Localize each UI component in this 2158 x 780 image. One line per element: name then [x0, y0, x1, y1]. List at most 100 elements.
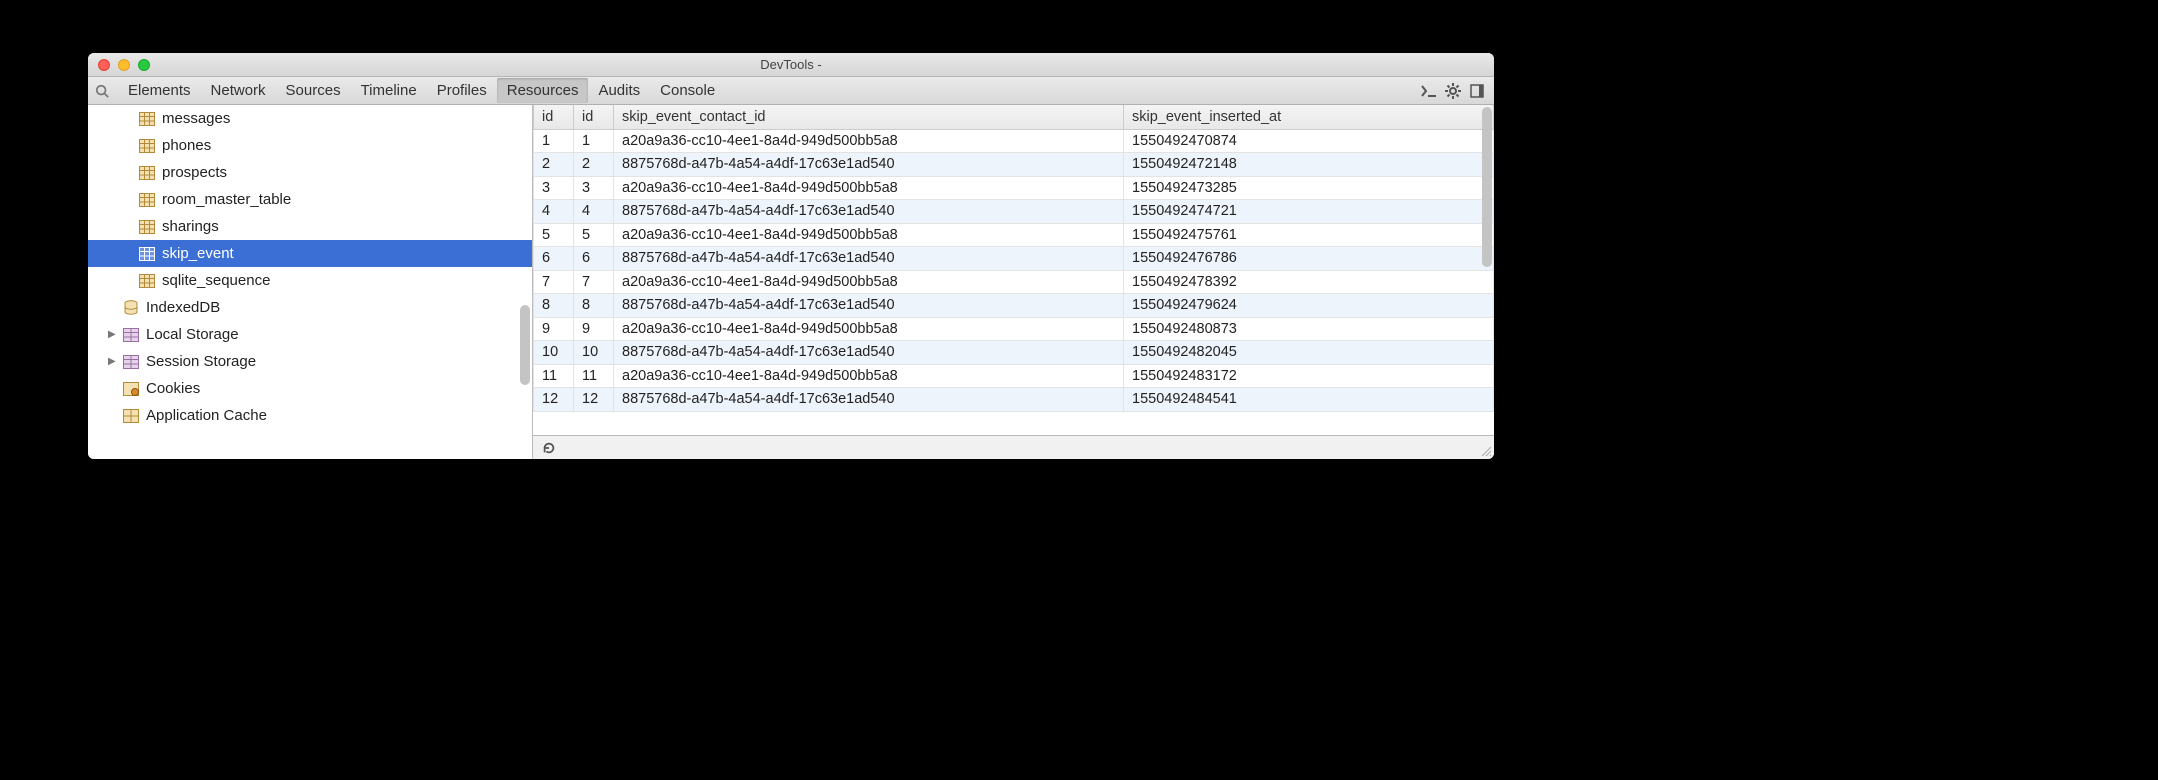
sidebar-group-local-storage[interactable]: ▶ Local Storage — [88, 321, 532, 348]
window-title: DevTools - — [88, 57, 1494, 72]
table-cell: 8 — [574, 294, 614, 318]
sidebar-item-label: sqlite_sequence — [162, 272, 270, 289]
sidebar-table-sqlite_sequence[interactable]: sqlite_sequence — [88, 267, 532, 294]
table-cell: 1 — [534, 129, 574, 153]
sidebar-table-sharings[interactable]: sharings — [88, 213, 532, 240]
sidebar-group-application-cache[interactable]: Application Cache — [88, 402, 532, 429]
table-cell: 10 — [574, 341, 614, 365]
titlebar: DevTools - — [88, 53, 1494, 77]
column-header-id[interactable]: id — [574, 105, 614, 129]
sidebar-table-skip_event[interactable]: skip_event — [88, 240, 532, 267]
table-cell: 1550492484541 — [1124, 388, 1494, 412]
disclosure-triangle-icon[interactable]: ▶ — [108, 329, 120, 340]
table-cell: a20a9a36-cc10-4ee1-8a4d-949d500bb5a8 — [614, 317, 1124, 341]
table-cell: a20a9a36-cc10-4ee1-8a4d-949d500bb5a8 — [614, 270, 1124, 294]
zoom-button[interactable] — [138, 59, 150, 71]
table-icon — [138, 246, 156, 262]
tab-elements[interactable]: Elements — [118, 78, 201, 103]
table-row[interactable]: 1111a20a9a36-cc10-4ee1-8a4d-949d500bb5a8… — [534, 364, 1494, 388]
sidebar-item-label: skip_event — [162, 245, 234, 262]
table-cell: 8 — [534, 294, 574, 318]
sidebar-table-prospects[interactable]: prospects — [88, 159, 532, 186]
close-button[interactable] — [98, 59, 110, 71]
tab-network[interactable]: Network — [201, 78, 276, 103]
table-cell: 8875768d-a47b-4a54-a4df-17c63e1ad540 — [614, 153, 1124, 177]
table-cell: 1550492472148 — [1124, 153, 1494, 177]
table-icon — [138, 111, 156, 127]
table-row[interactable]: 99a20a9a36-cc10-4ee1-8a4d-949d500bb5a815… — [534, 317, 1494, 341]
table-cell: 8875768d-a47b-4a54-a4df-17c63e1ad540 — [614, 388, 1124, 412]
table-cell: 1550492470874 — [1124, 129, 1494, 153]
table-row[interactable]: 12128875768d-a47b-4a54-a4df-17c63e1ad540… — [534, 388, 1494, 412]
column-header-skip-event-contact-id[interactable]: skip_event_contact_id — [614, 105, 1124, 129]
table-cell: 4 — [534, 200, 574, 224]
sidebar-table-messages[interactable]: messages — [88, 105, 532, 132]
table-cell: a20a9a36-cc10-4ee1-8a4d-949d500bb5a8 — [614, 364, 1124, 388]
table-cell: 3 — [534, 176, 574, 200]
sidebar-item-label: Local Storage — [146, 326, 239, 343]
sidebar-table-phones[interactable]: phones — [88, 132, 532, 159]
tab-console[interactable]: Console — [650, 78, 725, 103]
table-row[interactable]: 77a20a9a36-cc10-4ee1-8a4d-949d500bb5a815… — [534, 270, 1494, 294]
tab-audits[interactable]: Audits — [588, 78, 650, 103]
settings-gear-icon[interactable] — [1442, 80, 1464, 102]
scrollbar-thumb[interactable] — [520, 305, 530, 385]
table-cell: 4 — [574, 200, 614, 224]
appcache-icon — [122, 408, 140, 424]
table-row[interactable]: 33a20a9a36-cc10-4ee1-8a4d-949d500bb5a815… — [534, 176, 1494, 200]
table-cell: 1550492483172 — [1124, 364, 1494, 388]
sidebar-item-label: sharings — [162, 218, 219, 235]
tab-resources[interactable]: Resources — [497, 78, 589, 103]
table-icon — [138, 138, 156, 154]
table-cell: 6 — [534, 247, 574, 271]
table-cell: 1550492475761 — [1124, 223, 1494, 247]
data-grid[interactable]: ididskip_event_contact_idskip_event_inse… — [533, 105, 1494, 435]
table-row[interactable]: 55a20a9a36-cc10-4ee1-8a4d-949d500bb5a815… — [534, 223, 1494, 247]
column-header-id[interactable]: id — [534, 105, 574, 129]
table-cell: 5 — [534, 223, 574, 247]
table-cell: a20a9a36-cc10-4ee1-8a4d-949d500bb5a8 — [614, 223, 1124, 247]
disclosure-triangle-icon[interactable]: ▶ — [108, 356, 120, 367]
sidebar-table-room_master_table[interactable]: room_master_table — [88, 186, 532, 213]
sidebar-group-indexeddb[interactable]: IndexedDB — [88, 294, 532, 321]
table-cell: a20a9a36-cc10-4ee1-8a4d-949d500bb5a8 — [614, 176, 1124, 200]
scrollbar-thumb[interactable] — [1482, 107, 1492, 267]
table-cell: 1550492478392 — [1124, 270, 1494, 294]
cookies-icon — [122, 381, 140, 397]
table-cell: 11 — [534, 364, 574, 388]
table-row[interactable]: 668875768d-a47b-4a54-a4df-17c63e1ad54015… — [534, 247, 1494, 271]
sidebar-item-label: Cookies — [146, 380, 200, 397]
sidebar-group-session-storage[interactable]: ▶Session Storage — [88, 348, 532, 375]
table-cell: 1550492474721 — [1124, 200, 1494, 224]
minimize-button[interactable] — [118, 59, 130, 71]
table-icon — [138, 165, 156, 181]
resources-sidebar[interactable]: messages phonesprospectsroom_master_table… — [88, 105, 533, 459]
table-cell: 5 — [574, 223, 614, 247]
table-row[interactable]: 228875768d-a47b-4a54-a4df-17c63e1ad54015… — [534, 153, 1494, 177]
table-row[interactable]: 448875768d-a47b-4a54-a4df-17c63e1ad54015… — [534, 200, 1494, 224]
sidebar-group-cookies[interactable]: Cookies — [88, 375, 532, 402]
table-cell: 9 — [534, 317, 574, 341]
traffic-lights — [88, 59, 150, 71]
table-row[interactable]: 10108875768d-a47b-4a54-a4df-17c63e1ad540… — [534, 341, 1494, 365]
devtools-tabbar: ElementsNetworkSourcesTimelineProfilesRe… — [88, 77, 1494, 105]
search-icon[interactable] — [94, 83, 110, 99]
table-cell: 7 — [534, 270, 574, 294]
tab-sources[interactable]: Sources — [276, 78, 351, 103]
table-cell: 1550492479624 — [1124, 294, 1494, 318]
table-cell: a20a9a36-cc10-4ee1-8a4d-949d500bb5a8 — [614, 129, 1124, 153]
sidebar-item-label: messages — [162, 110, 230, 127]
storage-icon — [122, 327, 140, 343]
table-row[interactable]: 11a20a9a36-cc10-4ee1-8a4d-949d500bb5a815… — [534, 129, 1494, 153]
show-console-icon[interactable] — [1418, 80, 1440, 102]
column-header-skip-event-inserted-at[interactable]: skip_event_inserted_at — [1124, 105, 1494, 129]
table-cell: 2 — [574, 153, 614, 177]
tab-timeline[interactable]: Timeline — [351, 78, 427, 103]
table-icon — [138, 273, 156, 289]
table-cell: 10 — [534, 341, 574, 365]
tab-profiles[interactable]: Profiles — [427, 78, 497, 103]
table-cell: 8875768d-a47b-4a54-a4df-17c63e1ad540 — [614, 294, 1124, 318]
table-row[interactable]: 888875768d-a47b-4a54-a4df-17c63e1ad54015… — [534, 294, 1494, 318]
refresh-icon[interactable] — [541, 440, 557, 456]
dock-side-icon[interactable] — [1466, 80, 1488, 102]
